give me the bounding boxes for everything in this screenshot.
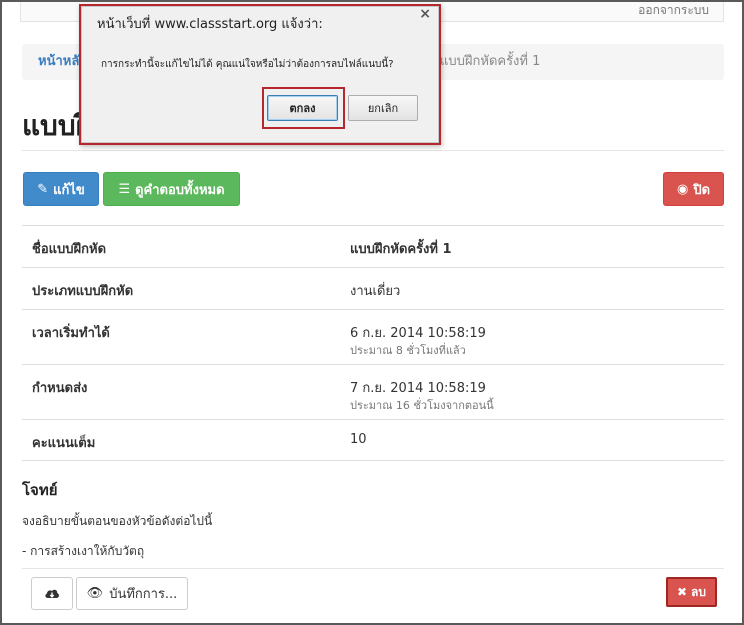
row-key: กำหนดส่ง	[32, 381, 88, 396]
delete-button-label: ลบ	[691, 584, 707, 599]
times-icon: ✖	[676, 585, 688, 599]
row-value: 7 ก.ย. 2014 10:58:19	[350, 381, 486, 396]
divider	[22, 568, 724, 569]
delete-button[interactable]: ✖ ลบ	[666, 577, 717, 607]
confirm-dialog: หน้าเว็บที่ www.classstart.org แจ้งว่า: …	[79, 4, 441, 145]
table-row: ประเภทแบบฝึกหัด งานเดี่ยว	[22, 267, 724, 309]
problem-item: - การสร้างเงาให้กับวัตถุ	[22, 544, 145, 558]
pencil-square-icon: ✎	[37, 181, 49, 197]
dialog-message: การกระทำนี้จะแก้ไขไม่ได้ คุณแน่ใจหรือไม่…	[101, 59, 394, 70]
edit-button-label: แก้ไข	[53, 182, 85, 198]
close-exercise-button[interactable]: ◉ ปิด	[663, 172, 724, 206]
table-row: กำหนดส่ง 7 ก.ย. 2014 10:58:19 ประมาณ 16 …	[22, 364, 724, 419]
problem-text: จงอธิบายขั้นตอนของหัวข้อดังต่อไปนี้	[22, 514, 213, 528]
save-record-label: บันทึกการ...	[109, 587, 178, 602]
cloud-download-icon	[45, 589, 59, 598]
dialog-close-icon[interactable]: ×	[419, 6, 431, 22]
row-value: 6 ก.ย. 2014 10:58:19	[350, 326, 486, 341]
table-row: คะแนนเต็ม 10	[22, 419, 724, 461]
save-record-button[interactable]: 👁 บันทึกการ...	[76, 577, 188, 610]
view-all-answers-button[interactable]: ☰ ดูคำตอบทั้งหมด	[103, 172, 240, 206]
breadcrumb-current: แบบฝึกหัดครั้งที่ 1	[440, 54, 541, 69]
divider	[22, 150, 724, 151]
logout-link[interactable]: ออกจากระบบ	[638, 1, 709, 20]
edit-button[interactable]: ✎ แก้ไข	[23, 172, 99, 206]
view-all-answers-label: ดูคำตอบทั้งหมด	[135, 182, 225, 198]
eye-icon: 👁	[86, 586, 104, 601]
row-key: ประเภทแบบฝึกหัด	[32, 284, 134, 299]
download-button[interactable]	[31, 577, 73, 610]
row-key: ชื่อแบบฝึกหัด	[32, 242, 107, 257]
dialog-title: หน้าเว็บที่ www.classstart.org แจ้งว่า:	[97, 17, 323, 32]
row-value: งานเดี่ยว	[350, 284, 401, 299]
row-value: แบบฝึกหัดครั้งที่ 1	[350, 242, 452, 257]
row-key: เวลาเริ่มทำได้	[32, 326, 110, 341]
dialog-cancel-button[interactable]: ยกเลิก	[348, 95, 418, 121]
row-value: 10	[350, 432, 367, 447]
problem-heading: โจทย์	[22, 481, 58, 499]
dialog-ok-button[interactable]: ตกลง	[267, 95, 338, 121]
close-exercise-label: ปิด	[693, 182, 711, 198]
row-key: คะแนนเต็ม	[32, 436, 96, 451]
row-relative-time: ประมาณ 8 ชั่วโมงที่แล้ว	[350, 344, 466, 357]
list-icon: ☰	[118, 181, 131, 197]
table-row: เวลาเริ่มทำได้ 6 ก.ย. 2014 10:58:19 ประม…	[22, 309, 724, 364]
table-row: ชื่อแบบฝึกหัด แบบฝึกหัดครั้งที่ 1	[22, 225, 724, 267]
eye-slash-icon: ◉	[676, 181, 689, 197]
row-relative-time: ประมาณ 16 ชั่วโมงจากตอนนี้	[350, 399, 494, 412]
